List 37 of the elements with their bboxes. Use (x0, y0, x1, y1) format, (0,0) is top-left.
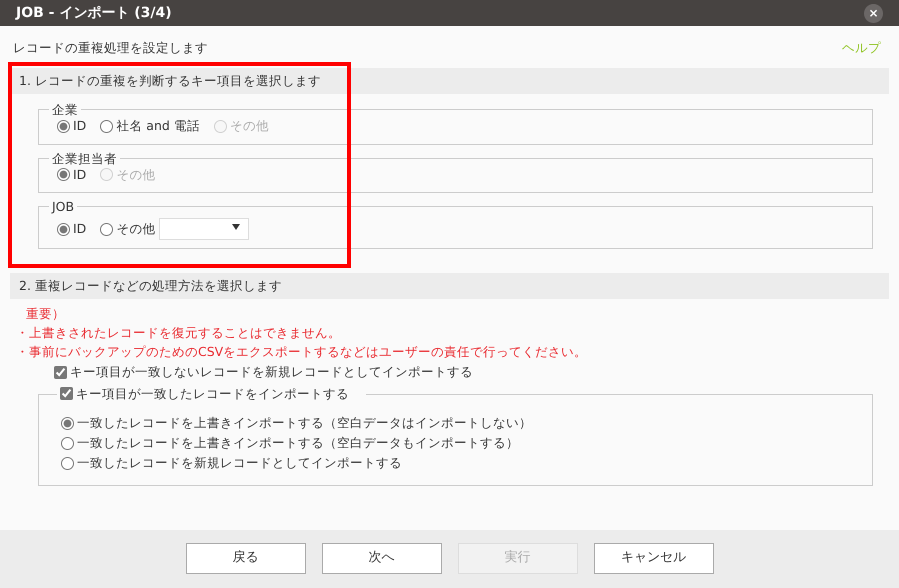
radio-button[interactable] (100, 222, 114, 236)
group-legend: 企業 (52, 102, 78, 117)
option-label: 一致したレコードを新規レコードとしてインポートする (77, 454, 402, 472)
option-label: その他 (116, 166, 156, 184)
intro-text: レコードの重複処理を設定します (13, 39, 208, 57)
group-legend: JOB (52, 199, 74, 214)
option-label: 社名 and 電話 (116, 116, 200, 135)
checkbox-label: キー項目が一致したレコードをインポートする (76, 386, 349, 401)
footer-button[interactable]: キャンセル (594, 542, 714, 574)
option-label: 一致したレコードを上書きインポートする（空白データもインポートする） (77, 434, 519, 452)
radio-button[interactable] (100, 120, 114, 133)
option-label: ID (73, 166, 86, 184)
radio-button[interactable] (61, 456, 74, 470)
checkbox-label: キー項目が一致しないレコードを新規レコードとしてインポートする (70, 363, 473, 382)
checkbox[interactable] (54, 366, 67, 380)
option-label: その他 (230, 116, 269, 135)
group-legend: 企業担当者 (52, 150, 117, 166)
option-label: その他 (116, 220, 156, 238)
footer-button[interactable]: 戻る (186, 542, 306, 574)
caret-icon (232, 224, 240, 230)
close-button[interactable]: × (864, 4, 883, 22)
checkbox[interactable] (60, 387, 73, 400)
section-heading: 1. レコードの重複を判断するキー項目を選択します (10, 68, 889, 94)
warning-text: 重要） (26, 305, 66, 324)
footer-button[interactable]: 次へ (322, 542, 442, 574)
warning-text: ・上書きされたレコードを復元することはできません。 (16, 324, 342, 342)
radio-button[interactable] (57, 120, 70, 133)
radio-button[interactable] (57, 222, 70, 236)
section-heading: 2. 重複レコードなどの処理方法を選択します (10, 273, 889, 300)
option-label: 一致したレコードを上書きインポートする（空白データはインポートしない） (77, 414, 532, 432)
radio-button[interactable] (57, 168, 70, 182)
option-label: ID (73, 220, 86, 238)
window-title: JOB - インポート (3/4) (16, 4, 172, 22)
option-label: ID (73, 116, 86, 135)
warning-text: ・事前にバックアップのためのCSVをエクスポートするなどはユーザーの責任で行ってください。 (16, 343, 588, 362)
radio-button[interactable] (61, 436, 74, 450)
radio-button[interactable] (61, 416, 74, 430)
